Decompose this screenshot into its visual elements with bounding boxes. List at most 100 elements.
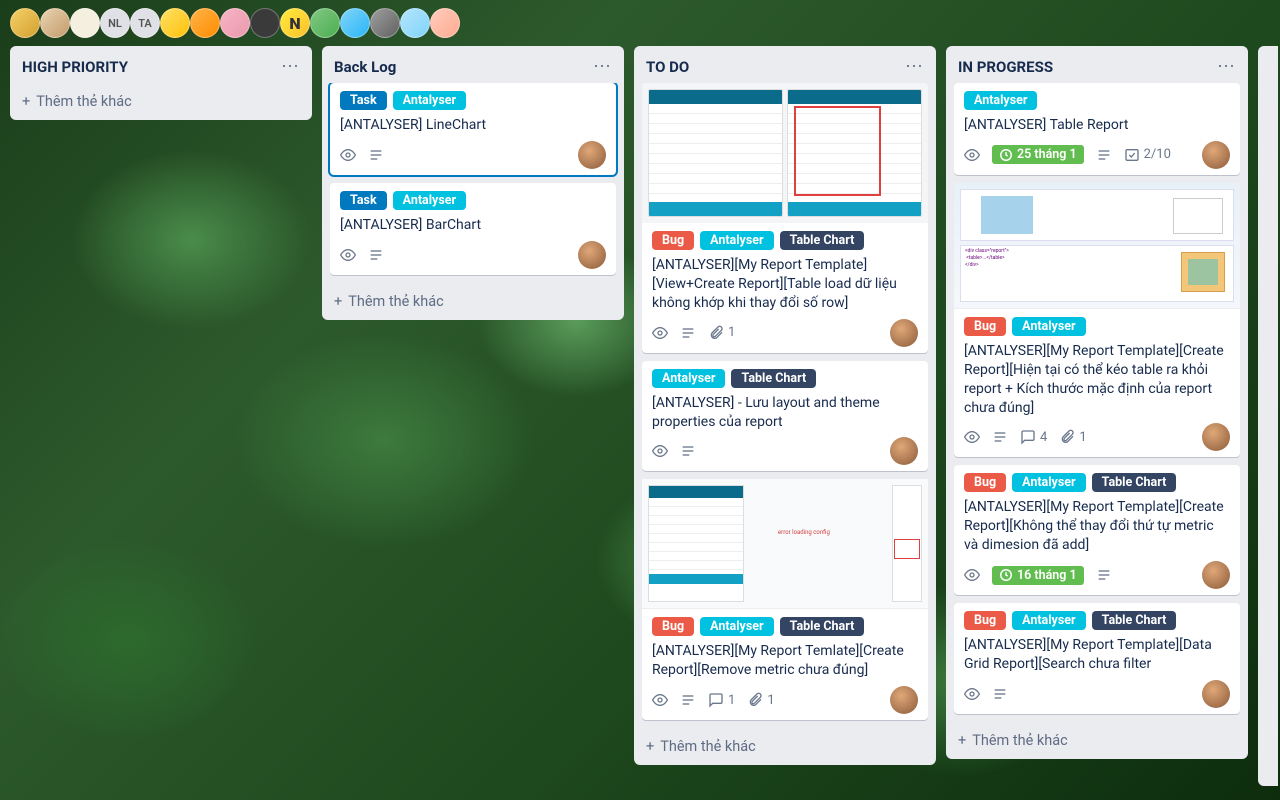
- label[interactable]: Task: [340, 91, 387, 110]
- card[interactable]: AntalyserTable Chart[ANTALYSER] - Lưu la…: [642, 361, 928, 472]
- card[interactable]: BugAntalyserTable Chart[ANTALYSER][My Re…: [642, 83, 928, 353]
- card-badges: 41: [964, 423, 1230, 451]
- member-avatar[interactable]: [250, 8, 280, 38]
- card-member-avatar[interactable]: [1202, 561, 1230, 589]
- due-date-badge[interactable]: 16 tháng 1: [992, 566, 1084, 585]
- label[interactable]: Task: [340, 191, 387, 210]
- member-avatar[interactable]: [340, 8, 370, 38]
- label[interactable]: Bug: [964, 473, 1006, 492]
- list-in-progress: IN PROGRESS ⋯ Antalyser[ANTALYSER] Table…: [946, 46, 1248, 759]
- card-title: [ANTALYSER] BarChart: [340, 216, 606, 235]
- label[interactable]: Bug: [652, 617, 694, 636]
- member-avatar[interactable]: N: [280, 8, 310, 38]
- list-next-peek[interactable]: [1258, 46, 1278, 786]
- add-card-button[interactable]: + Thêm thẻ khác: [634, 728, 936, 765]
- attachments-badge: 1: [747, 692, 774, 708]
- add-card-button[interactable]: + Thêm thẻ khác: [946, 722, 1248, 759]
- board-members: NLTA N: [0, 0, 1280, 46]
- member-avatar[interactable]: [10, 8, 40, 38]
- card-title: [ANTALYSER] Table Report: [964, 116, 1230, 135]
- card-title: [ANTALYSER][My Report Template][Create R…: [964, 498, 1230, 555]
- watch-icon: [964, 567, 980, 583]
- card-labels: Antalyser Table Chart: [652, 369, 918, 388]
- card[interactable]: <div class="report"> <table>...</table><…: [954, 183, 1240, 458]
- member-avatar[interactable]: [370, 8, 400, 38]
- card-member-avatar[interactable]: [578, 241, 606, 269]
- label[interactable]: Bug: [652, 231, 694, 250]
- plus-icon: +: [958, 732, 966, 749]
- label[interactable]: Table Chart: [1092, 473, 1177, 492]
- add-card-button[interactable]: + Thêm thẻ khác: [10, 83, 312, 120]
- card-cover: <div class="report"> <table>...</table><…: [954, 183, 1240, 309]
- due-date-badge[interactable]: 25 tháng 1: [992, 145, 1084, 164]
- description-icon: [368, 147, 384, 163]
- list-menu-button[interactable]: ⋯: [1217, 56, 1236, 77]
- card-member-avatar[interactable]: [890, 686, 918, 714]
- list-menu-button[interactable]: ⋯: [593, 56, 612, 77]
- card-member-avatar[interactable]: [1202, 680, 1230, 708]
- list-backlog: Back Log ⋯ TaskAntalyser[ANTALYSER] Line…: [322, 46, 624, 320]
- plus-icon: +: [646, 738, 654, 755]
- member-avatar[interactable]: [160, 8, 190, 38]
- list-menu-button[interactable]: ⋯: [905, 56, 924, 77]
- add-card-button[interactable]: + Thêm thẻ khác: [322, 283, 624, 320]
- card-labels: Bug Antalyser Table Chart: [964, 473, 1230, 492]
- label[interactable]: Table Chart: [1092, 611, 1177, 630]
- label[interactable]: Bug: [964, 611, 1006, 630]
- card[interactable]: Antalyser [ANTALYSER] Table Report 25 thán…: [954, 83, 1240, 175]
- card[interactable]: BugAntalyserTable Chart[ANTALYSER][My Re…: [954, 603, 1240, 714]
- label[interactable]: Antalyser: [393, 91, 466, 110]
- member-avatar[interactable]: [40, 8, 70, 38]
- label[interactable]: Table Chart: [731, 369, 816, 388]
- label[interactable]: Antalyser: [1012, 317, 1085, 336]
- card-member-avatar[interactable]: [890, 437, 918, 465]
- member-avatar[interactable]: [190, 8, 220, 38]
- label[interactable]: Antalyser: [393, 191, 466, 210]
- board: HIGH PRIORITY ⋯ + Thêm thẻ khác Back Log…: [0, 46, 1280, 786]
- label[interactable]: Antalyser: [1012, 611, 1085, 630]
- member-avatar[interactable]: [70, 8, 100, 38]
- card-labels: Bug Antalyser Table Chart: [964, 611, 1230, 630]
- list-title: HIGH PRIORITY: [22, 58, 128, 76]
- card-member-avatar[interactable]: [890, 319, 918, 347]
- description-icon: [1096, 147, 1112, 163]
- list-menu-button[interactable]: ⋯: [281, 56, 300, 77]
- label[interactable]: Table Chart: [780, 617, 865, 636]
- member-avatar[interactable]: [220, 8, 250, 38]
- label[interactable]: Antalyser: [700, 231, 773, 250]
- watch-icon: [964, 686, 980, 702]
- card[interactable]: TaskAntalyser[ANTALYSER] LineChart: [330, 83, 616, 175]
- card[interactable]: Bug Antalyser Table Chart [ANTALYSER][My Re…: [954, 465, 1240, 595]
- attachments-badge: 1: [708, 325, 735, 341]
- card-badges: 1: [652, 319, 918, 347]
- member-avatar[interactable]: NL: [100, 8, 130, 38]
- label[interactable]: Bug: [964, 317, 1006, 336]
- watch-icon: [964, 429, 980, 445]
- label[interactable]: Antalyser: [1012, 473, 1085, 492]
- watch-icon: [652, 325, 668, 341]
- list-title: Back Log: [334, 58, 396, 76]
- member-avatar[interactable]: TA: [130, 8, 160, 38]
- card[interactable]: error loading config BugAntalyserTable C…: [642, 479, 928, 720]
- plus-icon: +: [22, 93, 30, 110]
- member-avatar[interactable]: [400, 8, 430, 38]
- card-labels: Bug Antalyser: [964, 317, 1230, 336]
- add-card-label: Thêm thẻ khác: [36, 93, 131, 110]
- card-badges: 11: [652, 686, 918, 714]
- card-member-avatar[interactable]: [1202, 423, 1230, 451]
- member-avatar[interactable]: [430, 8, 460, 38]
- description-icon: [680, 692, 696, 708]
- list-title: TO DO: [646, 58, 689, 76]
- card-member-avatar[interactable]: [1202, 141, 1230, 169]
- label[interactable]: Antalyser: [964, 91, 1037, 110]
- watch-icon: [340, 147, 356, 163]
- label[interactable]: Table Chart: [780, 231, 865, 250]
- label[interactable]: Antalyser: [700, 617, 773, 636]
- description-icon: [992, 686, 1008, 702]
- label[interactable]: Antalyser: [652, 369, 725, 388]
- card-member-avatar[interactable]: [578, 141, 606, 169]
- card[interactable]: Task Antalyser [ANTALYSER] BarChart: [330, 183, 616, 275]
- member-avatar[interactable]: [310, 8, 340, 38]
- card-labels: Task Antalyser: [340, 91, 606, 110]
- card-badges: 16 tháng 1: [964, 561, 1230, 589]
